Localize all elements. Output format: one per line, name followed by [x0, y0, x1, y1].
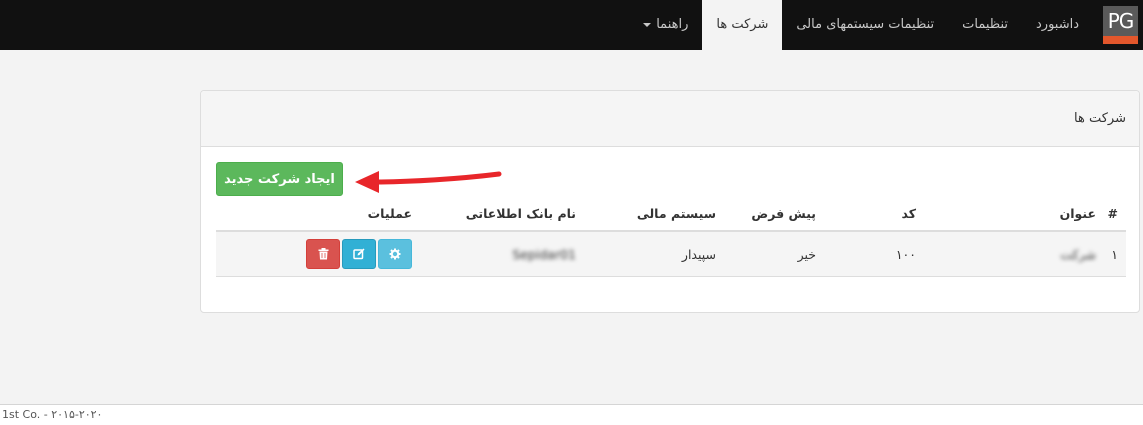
header-title: عنوان: [1059, 205, 1096, 221]
create-company-button[interactable]: ایجاد شرکت جدید: [216, 162, 343, 196]
header-default: پیش فرض: [751, 205, 816, 221]
footer: 1st Co. - ۲۰۱۵-۲۰۲۰: [0, 404, 1143, 425]
delete-button[interactable]: [306, 239, 340, 269]
annotation-arrow-icon: [355, 171, 502, 193]
logo-accent-bar: [1103, 36, 1138, 44]
copyright-text: 1st Co. - ۲۰۱۵-۲۰۲۰: [2, 408, 103, 421]
row-num: ۱: [1111, 246, 1118, 262]
nav-item-label: تنظیمات: [962, 17, 1008, 32]
nav-item-dashboard[interactable]: داشبورد: [1022, 0, 1093, 50]
nav-menu: داشبورد تنظیمات تنظیمات سیستمهای مالی شر…: [629, 0, 1093, 50]
nav-item-label: راهنما: [656, 17, 689, 32]
companies-panel: شرکت ها ایجاد شرکت جدید # عنوان کد پیش ف…: [200, 90, 1140, 313]
row-operations: [216, 232, 412, 276]
header-database-name: نام بانک اطلاعاتی: [465, 205, 576, 221]
app-logo[interactable]: PG: [1103, 6, 1138, 44]
companies-table: # عنوان کد پیش فرض سیستم مالی نام بانک ا…: [216, 196, 1126, 277]
nav-item-label: شرکت ها: [716, 17, 769, 32]
table-header-row: # عنوان کد پیش فرض سیستم مالی نام بانک ا…: [216, 196, 1126, 232]
row-database-name: Sepidar01: [512, 246, 576, 262]
nav-item-label: تنظیمات سیستمهای مالی: [796, 17, 935, 32]
row-financial-system: سپیدار: [681, 246, 716, 262]
settings-button[interactable]: [378, 239, 412, 269]
nav-item-financial-systems[interactable]: تنظیمات سیستمهای مالی: [782, 0, 948, 50]
header-code: کد: [901, 205, 917, 221]
row-code: ۱۰۰: [895, 246, 916, 262]
panel-title: شرکت ها: [1074, 111, 1126, 126]
logo-text: PG: [1107, 9, 1135, 33]
operation-buttons: [306, 239, 412, 269]
gear-icon: [389, 248, 401, 260]
nav-item-help[interactable]: راهنما: [629, 0, 702, 50]
header-operations: عملیات: [367, 205, 412, 221]
edit-icon: [353, 248, 365, 260]
top-navbar: PG داشبورد تنظیمات تنظیمات سیستمهای مالی…: [0, 0, 1143, 50]
row-title: شرکت: [1060, 246, 1096, 262]
header-financial-system: سیستم مالی: [636, 205, 716, 221]
nav-item-companies[interactable]: شرکت ها: [702, 0, 783, 50]
edit-button[interactable]: [342, 239, 376, 269]
caret-down-icon: [643, 22, 652, 27]
nav-item-settings[interactable]: تنظیمات: [948, 0, 1022, 50]
trash-icon: [318, 248, 328, 260]
row-default: خیر: [797, 246, 816, 262]
panel-heading: شرکت ها: [201, 91, 1139, 147]
table-row: ۱ شرکت ۱۰۰ خیر سپیدار Sepidar01: [216, 232, 1126, 277]
nav-item-label: داشبورد: [1036, 17, 1079, 32]
header-num: #: [1107, 205, 1118, 221]
